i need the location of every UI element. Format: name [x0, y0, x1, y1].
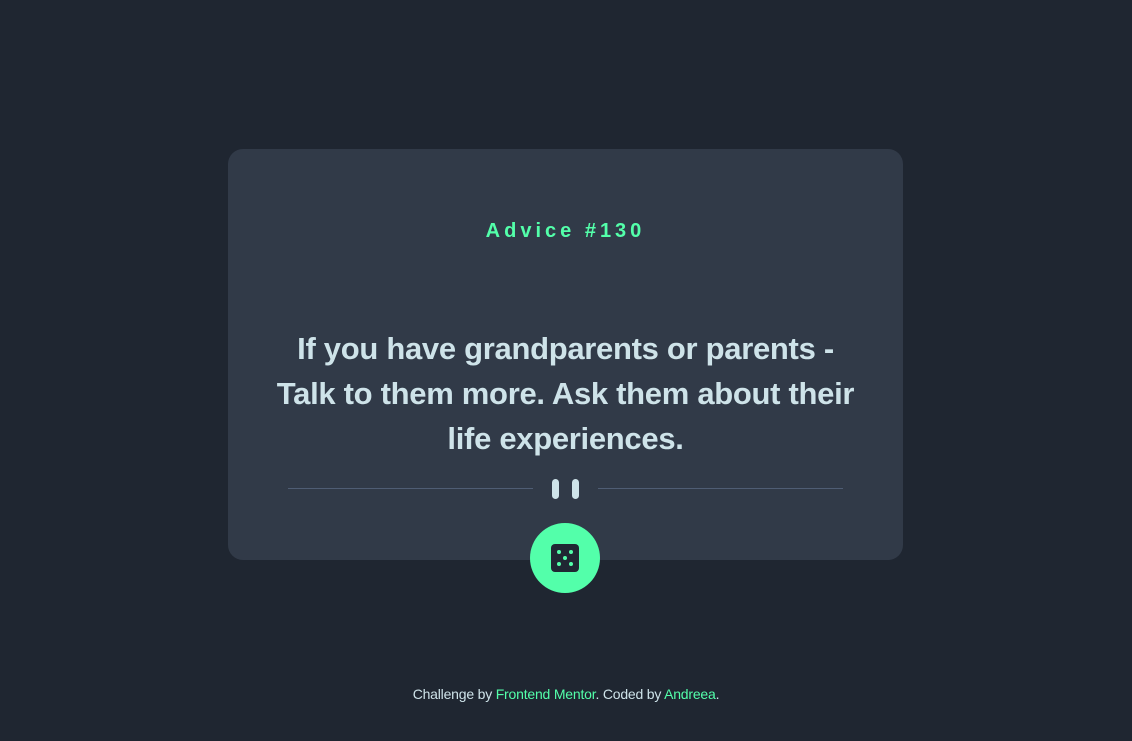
advice-number: Advice #130 — [485, 220, 646, 243]
advice-card: Advice #130 If you have grandparents or … — [228, 149, 903, 593]
author-link[interactable]: Andreea — [664, 686, 716, 702]
pattern-divider — [288, 477, 843, 501]
divider-line-right — [598, 488, 843, 489]
attribution: Challenge by Frontend Mentor. Coded by A… — [0, 686, 1132, 702]
frontend-mentor-link[interactable]: Frontend Mentor — [496, 686, 596, 702]
new-advice-button[interactable] — [530, 523, 600, 593]
dice-icon — [551, 544, 579, 572]
pause-icon — [552, 479, 579, 499]
attribution-middle: . Coded by — [595, 686, 665, 702]
divider-line-left — [288, 488, 533, 489]
attribution-suffix: . — [715, 686, 720, 702]
advice-quote: If you have grandparents or parents - Ta… — [276, 331, 855, 456]
attribution-prefix: Challenge by — [412, 686, 496, 702]
